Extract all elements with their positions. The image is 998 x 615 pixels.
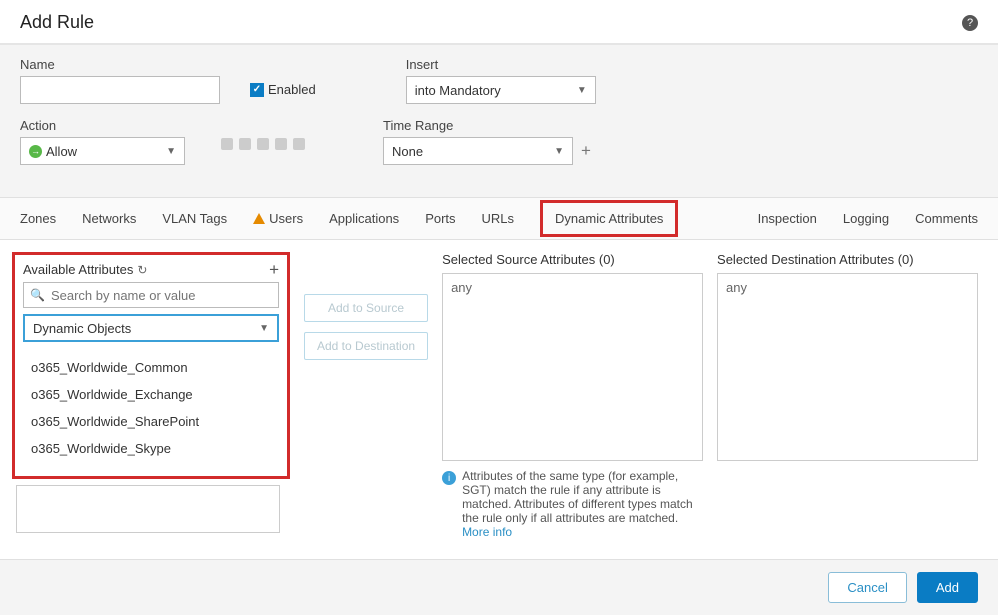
tab-inspection[interactable]: Inspection <box>758 199 817 238</box>
selected-destination-label: Selected Destination Attributes (0) <box>717 252 978 267</box>
file-icon <box>239 138 251 150</box>
chevron-down-icon: ▼ <box>554 146 564 157</box>
insert-label: Insert <box>406 57 596 72</box>
allow-icon: → <box>29 145 42 158</box>
available-extension-box <box>16 485 280 533</box>
info-text: Attributes of the same type (for example… <box>462 469 703 539</box>
dialog-title: Add Rule <box>20 12 94 33</box>
tab-zones[interactable]: Zones <box>20 199 56 238</box>
selected-source-box[interactable]: any <box>442 273 703 461</box>
add-button[interactable]: Add <box>917 572 978 603</box>
selected-source-placeholder: any <box>451 280 472 295</box>
search-input[interactable] <box>49 287 272 304</box>
chevron-down-icon: ▼ <box>577 85 587 96</box>
selected-source-label: Selected Source Attributes (0) <box>442 252 703 267</box>
tab-dynamic-attributes[interactable]: Dynamic Attributes <box>540 200 678 237</box>
add-to-source-button[interactable]: Add to Source <box>304 294 428 322</box>
attribute-type-select[interactable]: Dynamic Objects ▼ <box>23 314 279 342</box>
time-range-value: None <box>392 144 423 159</box>
list-item[interactable]: o365_Worldwide_Common <box>27 354 275 381</box>
tab-vlan-tags[interactable]: VLAN Tags <box>162 199 227 238</box>
search-icon: 🔍 <box>30 288 45 302</box>
mail-icon <box>275 138 287 150</box>
refresh-icon[interactable]: ↻ <box>137 263 147 277</box>
add-time-range-button[interactable]: + <box>581 141 591 161</box>
policy-icons <box>221 138 305 165</box>
add-to-destination-button[interactable]: Add to Destination <box>304 332 428 360</box>
attribute-type-value: Dynamic Objects <box>33 321 131 336</box>
more-info-link[interactable]: More info <box>462 525 512 539</box>
insert-value: into Mandatory <box>415 83 501 98</box>
warning-icon <box>253 213 265 224</box>
available-attributes-title: Available Attributes <box>23 262 133 277</box>
insert-select[interactable]: into Mandatory ▼ <box>406 76 596 104</box>
enabled-checkbox[interactable]: ✓ <box>250 83 264 97</box>
chevron-down-icon: ▼ <box>259 323 269 334</box>
search-box[interactable]: 🔍 <box>23 282 279 308</box>
action-select[interactable]: → Allow ▼ <box>20 137 185 165</box>
list-item[interactable]: o365_Worldwide_SharePoint <box>27 408 275 435</box>
tab-comments[interactable]: Comments <box>915 199 978 238</box>
selected-destination-placeholder: any <box>726 280 747 295</box>
tab-users[interactable]: Users <box>253 199 303 238</box>
name-label: Name <box>20 57 220 72</box>
tab-networks[interactable]: Networks <box>82 199 136 238</box>
cancel-button[interactable]: Cancel <box>828 572 906 603</box>
list-item[interactable]: o365_Worldwide_Exchange <box>27 381 275 408</box>
help-icon[interactable]: ? <box>962 15 978 31</box>
add-attribute-button[interactable]: + <box>269 261 279 278</box>
tab-ports[interactable]: Ports <box>425 199 455 238</box>
info-icon: i <box>442 471 456 485</box>
selected-destination-box[interactable]: any <box>717 273 978 461</box>
time-range-select[interactable]: None ▼ <box>383 137 573 165</box>
tab-urls[interactable]: URLs <box>482 199 515 238</box>
available-attributes-panel: Available Attributes ↻ + 🔍 Dynamic Objec… <box>12 252 290 479</box>
shield-icon <box>221 138 233 150</box>
tab-logging[interactable]: Logging <box>843 199 889 238</box>
chevron-down-icon: ▼ <box>166 146 176 157</box>
tab-applications[interactable]: Applications <box>329 199 399 238</box>
action-label: Action <box>20 118 185 133</box>
list-item[interactable]: o365_Worldwide_Skype <box>27 435 275 462</box>
time-range-label: Time Range <box>383 118 591 133</box>
key-icon <box>257 138 269 150</box>
action-value: Allow <box>46 144 77 159</box>
name-input[interactable] <box>20 76 220 104</box>
list-icon <box>293 138 305 150</box>
enabled-label: Enabled <box>268 82 316 97</box>
